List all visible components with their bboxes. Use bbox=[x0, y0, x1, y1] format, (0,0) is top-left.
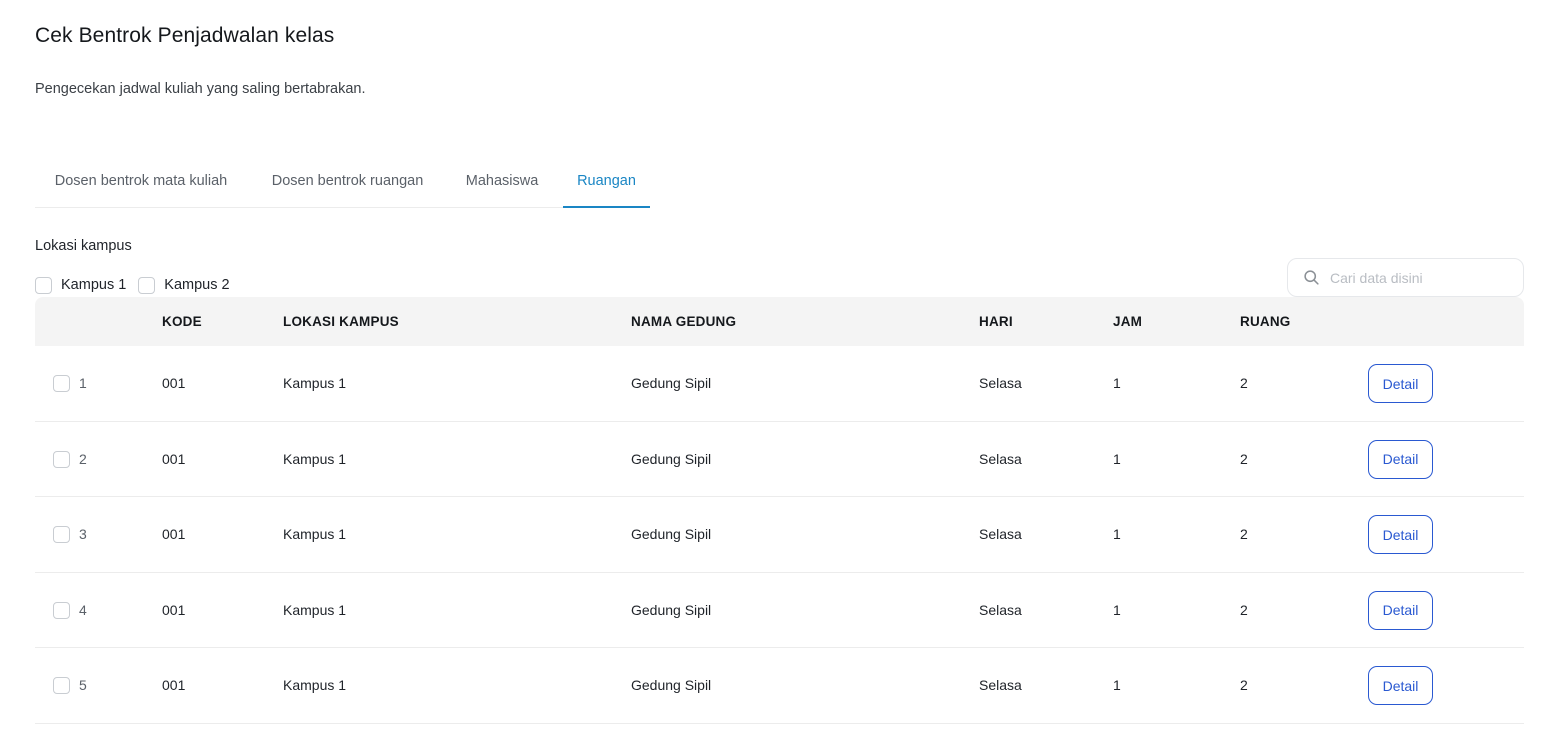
search-box[interactable] bbox=[1287, 258, 1524, 297]
table-row: 3 001 Kampus 1 Gedung Sipil Selasa 1 2 D… bbox=[35, 497, 1524, 573]
cell-jam: 1 bbox=[1113, 601, 1121, 618]
detail-button[interactable]: Detail bbox=[1368, 590, 1433, 630]
column-header-ruang: RUANG bbox=[1240, 314, 1291, 329]
tab-dosen-bentrok-ruangan[interactable]: Dosen bentrok ruangan bbox=[257, 160, 438, 208]
cell-hari: Selasa bbox=[979, 677, 1022, 693]
cell-lokasi-kampus: Kampus 1 bbox=[283, 526, 347, 542]
tab-ruangan[interactable]: Ruangan bbox=[563, 160, 650, 208]
cell-jam: 1 bbox=[1113, 375, 1121, 391]
row-checkbox[interactable] bbox=[53, 375, 70, 392]
cell-hari: Selasa bbox=[979, 601, 1022, 618]
search-icon bbox=[1304, 270, 1319, 285]
column-header-hari: HARI bbox=[979, 314, 1013, 329]
cell-jam: 1 bbox=[1113, 677, 1121, 693]
column-header-jam: JAM bbox=[1113, 314, 1143, 329]
tab-mahasiswa[interactable]: Mahasiswa bbox=[448, 160, 556, 208]
cell-nama-gedung: Gedung Sipil bbox=[631, 375, 712, 391]
cell-nama-gedung: Gedung Sipil bbox=[631, 450, 712, 467]
table-row: 1 001 Kampus 1 Gedung Sipil Selasa 1 2 D… bbox=[35, 346, 1524, 422]
filter-checkbox-kampus-1[interactable] bbox=[35, 276, 52, 294]
detail-button[interactable]: Detail bbox=[1368, 666, 1433, 705]
row-number: 3 bbox=[79, 526, 87, 542]
cell-nama-gedung: Gedung Sipil bbox=[631, 677, 712, 693]
cell-lokasi-kampus: Kampus 1 bbox=[283, 601, 347, 618]
cell-jam: 1 bbox=[1113, 450, 1121, 467]
cell-kode: 001 bbox=[162, 601, 186, 618]
campus-filter: Kampus 1 Kampus 2 bbox=[35, 275, 242, 295]
page-title: Cek Bentrok Penjadwalan kelas bbox=[35, 24, 335, 47]
detail-button[interactable]: Detail bbox=[1368, 364, 1433, 403]
cell-lokasi-kampus: Kampus 1 bbox=[283, 375, 347, 391]
cell-lokasi-kampus: Kampus 1 bbox=[283, 450, 347, 467]
cell-kode: 001 bbox=[162, 450, 186, 467]
filter-option-label: Kampus 1 bbox=[61, 277, 127, 293]
filter-option-label: Kampus 2 bbox=[164, 277, 230, 293]
row-checkbox[interactable] bbox=[53, 526, 70, 543]
table-row: 4 001 Kampus 1 Gedung Sipil Selasa 1 2 D… bbox=[35, 573, 1524, 648]
row-checkbox[interactable] bbox=[53, 450, 70, 468]
filter-option-kampus-1[interactable]: Kampus 1 bbox=[35, 276, 127, 294]
cell-kode: 001 bbox=[162, 677, 186, 693]
table-row: 5 001 Kampus 1 Gedung Sipil Selasa 1 2 D… bbox=[35, 648, 1524, 724]
filter-option-kampus-2[interactable]: Kampus 2 bbox=[138, 276, 230, 294]
filter-label: Lokasi kampus bbox=[35, 238, 132, 254]
detail-button[interactable]: Detail bbox=[1368, 439, 1433, 479]
column-header-kode: KODE bbox=[162, 314, 202, 329]
cell-jam: 1 bbox=[1113, 526, 1121, 542]
tab-dosen-bentrok-mata-kuliah[interactable]: Dosen bentrok mata kuliah bbox=[35, 160, 247, 208]
cell-nama-gedung: Gedung Sipil bbox=[631, 526, 712, 542]
cell-kode: 001 bbox=[162, 526, 186, 542]
row-checkbox[interactable] bbox=[53, 677, 70, 694]
row-number: 1 bbox=[79, 375, 87, 391]
search-input[interactable] bbox=[1330, 269, 1510, 286]
column-header-lokasi-kampus: LOKASI KAMPUS bbox=[283, 314, 399, 329]
detail-button[interactable]: Detail bbox=[1368, 515, 1433, 554]
filter-checkbox-kampus-2[interactable] bbox=[138, 276, 156, 294]
cell-hari: Selasa bbox=[979, 526, 1022, 542]
cell-hari: Selasa bbox=[979, 450, 1022, 467]
schedule-table: KODE LOKASI KAMPUS NAMA GEDUNG HARI JAM … bbox=[35, 297, 1524, 724]
cell-nama-gedung: Gedung Sipil bbox=[631, 601, 712, 618]
cell-ruang: 2 bbox=[1240, 450, 1248, 467]
cell-kode: 001 bbox=[162, 375, 186, 391]
cell-ruang: 2 bbox=[1240, 601, 1248, 618]
table-row: 2 001 Kampus 1 Gedung Sipil Selasa 1 2 D… bbox=[35, 422, 1524, 497]
cell-hari: Selasa bbox=[979, 375, 1022, 391]
column-header-nama-gedung: NAMA GEDUNG bbox=[631, 314, 737, 329]
row-number: 4 bbox=[79, 601, 87, 618]
cell-ruang: 2 bbox=[1240, 677, 1248, 693]
row-number: 5 bbox=[79, 677, 87, 693]
table-header: KODE LOKASI KAMPUS NAMA GEDUNG HARI JAM … bbox=[35, 297, 1524, 346]
page-subtitle: Pengecekan jadwal kuliah yang saling ber… bbox=[35, 81, 366, 97]
cell-ruang: 2 bbox=[1240, 526, 1248, 542]
tab-bar: Dosen bentrok mata kuliah Dosen bentrok … bbox=[35, 160, 650, 208]
cell-ruang: 2 bbox=[1240, 375, 1248, 391]
row-number: 2 bbox=[79, 450, 87, 467]
row-checkbox[interactable] bbox=[53, 601, 70, 619]
cell-lokasi-kampus: Kampus 1 bbox=[283, 677, 347, 693]
